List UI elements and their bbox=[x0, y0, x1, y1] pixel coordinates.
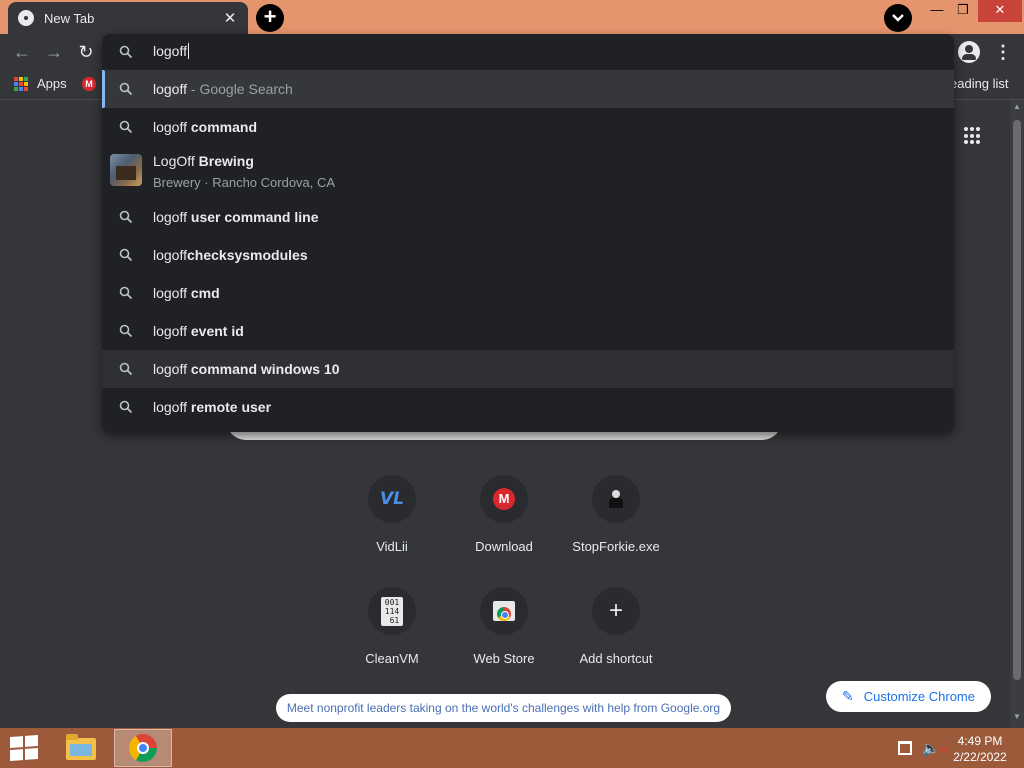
reading-list-button[interactable]: eading list bbox=[950, 76, 1009, 91]
suggestion-text: logoff command windows 10 bbox=[153, 361, 340, 377]
maximize-button[interactable]: ❐ bbox=[948, 0, 978, 22]
search-icon bbox=[119, 248, 133, 262]
entity-title: LogOff Brewing bbox=[153, 153, 254, 169]
customize-chrome-button[interactable]: ✎ Customize Chrome bbox=[826, 681, 991, 712]
cleanvm-icon: 001 114 61 bbox=[368, 587, 416, 635]
suggestion-text: logoff event id bbox=[153, 323, 244, 339]
search-icon bbox=[119, 120, 133, 134]
windows-start-icon[interactable] bbox=[10, 735, 38, 761]
shortcut-download[interactable]: M Download bbox=[448, 475, 560, 554]
back-icon[interactable]: ← bbox=[11, 42, 33, 64]
network-icon[interactable] bbox=[898, 741, 912, 755]
apps-bookmark[interactable]: Apps bbox=[37, 76, 67, 91]
suggestion-text: logoff user command line bbox=[153, 209, 319, 225]
file-explorer-icon[interactable] bbox=[60, 730, 104, 766]
reload-icon[interactable]: ↻ bbox=[75, 42, 97, 64]
shortcut-vidlii[interactable]: VL VidLii bbox=[336, 475, 448, 554]
new-tab-button[interactable]: + bbox=[256, 4, 284, 32]
tab-new-tab[interactable]: New Tab ✕ bbox=[8, 2, 248, 34]
suggestion-row[interactable]: logoff command bbox=[102, 108, 954, 146]
brewery-thumbnail bbox=[110, 154, 142, 186]
plus-icon: + bbox=[592, 587, 640, 635]
search-icon bbox=[119, 362, 133, 376]
shortcut-label: VidLii bbox=[376, 539, 408, 554]
shortcut-label: CleanVM bbox=[365, 651, 419, 666]
clock[interactable]: 4:49 PM 2/22/2022 bbox=[950, 733, 1010, 765]
suggestion-text: logoff - Google Search bbox=[153, 81, 293, 97]
search-icon bbox=[119, 286, 133, 300]
tab-title: New Tab bbox=[44, 10, 95, 26]
menu-icon[interactable]: ⋮ bbox=[994, 42, 1012, 62]
shortcut-label: Web Store bbox=[473, 651, 535, 666]
suggestion-row[interactable]: logoff cmd bbox=[102, 274, 954, 312]
mega-bookmark-icon[interactable]: M bbox=[82, 77, 96, 91]
search-icon bbox=[119, 45, 133, 59]
stopforkie-icon bbox=[592, 475, 640, 523]
forward-icon[interactable]: → bbox=[43, 42, 65, 64]
vidlii-icon: VL bbox=[368, 475, 416, 523]
suggestion-text: logoffchecksysmodules bbox=[153, 247, 308, 263]
search-icon bbox=[119, 210, 133, 224]
omnibox-input-row[interactable]: logoff bbox=[102, 34, 954, 70]
web-store-icon bbox=[480, 587, 528, 635]
scroll-up-icon[interactable]: ▲ bbox=[1010, 102, 1024, 111]
search-icon bbox=[119, 400, 133, 414]
profile-icon[interactable] bbox=[958, 41, 980, 63]
suggestion-row[interactable]: logoff event id bbox=[102, 312, 954, 350]
chrome-tab-icon bbox=[18, 10, 34, 26]
clock-date: 2/22/2022 bbox=[953, 750, 1007, 764]
shortcut-label: Download bbox=[475, 539, 533, 554]
google-apps-icon[interactable] bbox=[964, 127, 982, 145]
shortcut-cleanvm[interactable]: 001 114 61 CleanVM bbox=[336, 587, 448, 666]
taskbar: 🔈✕ 4:49 PM 2/22/2022 bbox=[0, 728, 1024, 768]
clock-time: 4:49 PM bbox=[957, 734, 1003, 748]
customize-label: Customize Chrome bbox=[863, 689, 975, 704]
shortcut-add[interactable]: + Add shortcut bbox=[560, 587, 672, 666]
mega-icon: M bbox=[480, 475, 528, 523]
scroll-thumb[interactable] bbox=[1013, 120, 1021, 680]
omnibox-input[interactable]: logoff bbox=[153, 43, 189, 59]
chevron-down-icon bbox=[892, 14, 904, 22]
tab-close-icon[interactable]: ✕ bbox=[222, 9, 238, 27]
scrollbar[interactable]: ▲ ▼ bbox=[1010, 100, 1024, 728]
close-window-button[interactable]: ✕ bbox=[978, 0, 1022, 22]
suggestion-row[interactable]: logoff remote user bbox=[102, 388, 954, 426]
title-bar: New Tab ✕ + — ❐ ✕ bbox=[0, 0, 1024, 34]
suggestion-entity[interactable]: LogOff Brewing Brewery · Rancho Cordova,… bbox=[102, 146, 954, 198]
suggestion-text: logoff remote user bbox=[153, 399, 272, 415]
suggestion-row[interactable]: logoff user command line bbox=[102, 198, 954, 236]
scroll-down-icon[interactable]: ▼ bbox=[1010, 712, 1024, 721]
chrome-taskbar-icon[interactable] bbox=[114, 729, 172, 767]
suggestion-text: logoff cmd bbox=[153, 285, 220, 301]
suggestion-row[interactable]: logoff - Google Search bbox=[102, 70, 954, 108]
suggestion-row[interactable]: logoff command windows 10 bbox=[102, 350, 954, 388]
pencil-icon: ✎ bbox=[842, 688, 854, 704]
entity-subtitle: Brewery · Rancho Cordova, CA bbox=[153, 175, 336, 190]
suggestion-row[interactable]: logoffchecksysmodules bbox=[102, 236, 954, 274]
suggestion-text: logoff command bbox=[153, 119, 258, 135]
search-icon bbox=[119, 324, 133, 338]
shortcut-label: StopForkie.exe bbox=[572, 539, 660, 554]
volume-muted-icon[interactable]: 🔈✕ bbox=[922, 740, 948, 757]
promo-link[interactable]: Meet nonprofit leaders taking on the wor… bbox=[276, 694, 731, 722]
omnibox-dropdown: logoff logoff - Google Search logoff comm… bbox=[102, 34, 954, 432]
search-icon bbox=[119, 82, 133, 96]
apps-grid-icon[interactable] bbox=[14, 77, 28, 91]
shortcut-stopforkie[interactable]: StopForkie.exe bbox=[560, 475, 672, 554]
shortcut-web-store[interactable]: Web Store bbox=[448, 587, 560, 666]
shortcut-label: Add shortcut bbox=[579, 651, 653, 666]
tab-search-button[interactable] bbox=[884, 4, 912, 32]
